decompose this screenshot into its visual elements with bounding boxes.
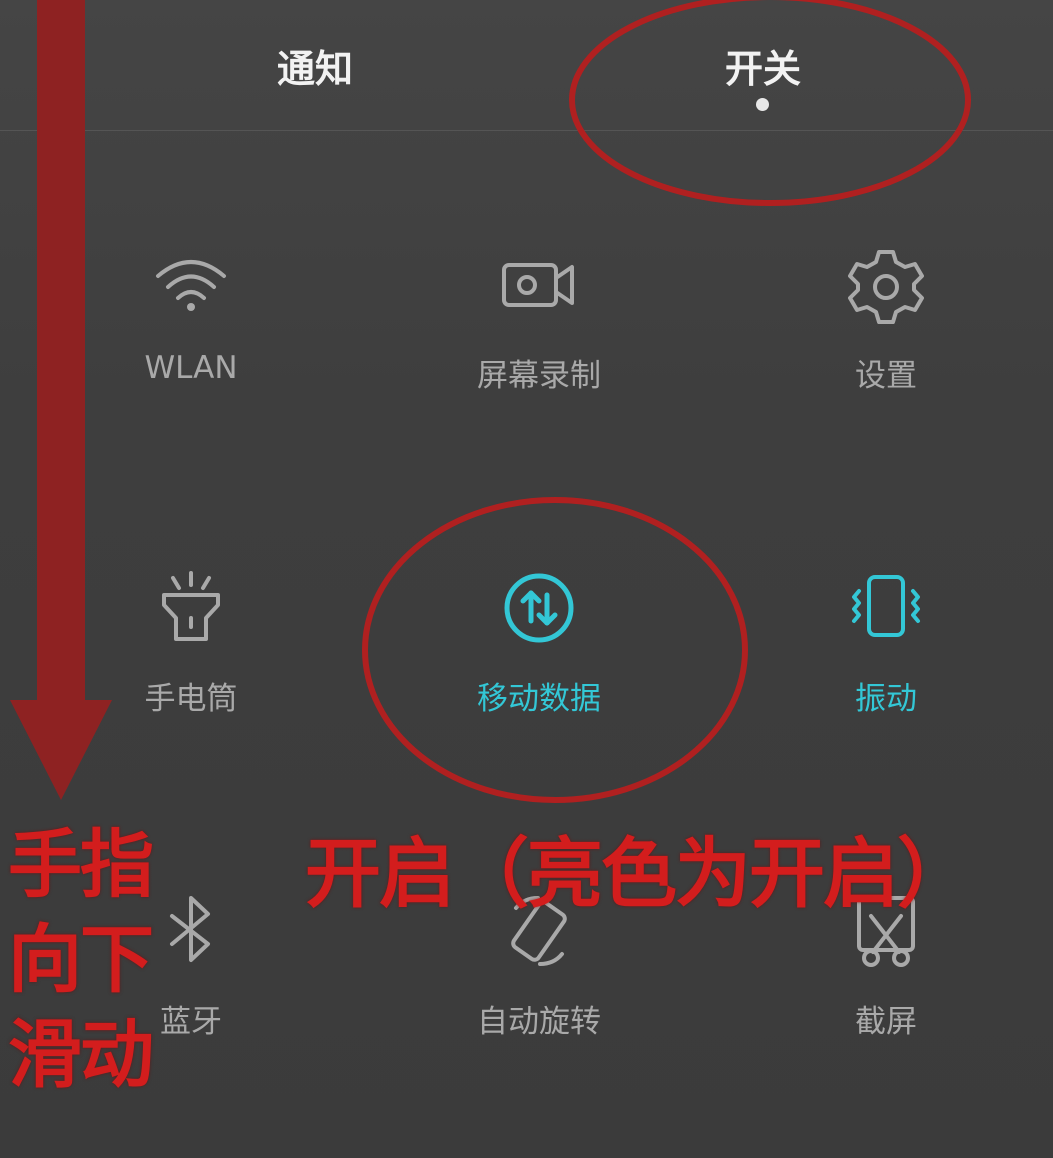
gear-icon xyxy=(841,240,931,330)
tile-label: 截屏 xyxy=(855,1004,917,1040)
active-tab-indicator xyxy=(756,98,769,111)
tile-mobile-data[interactable]: 移动数据 xyxy=(429,563,649,753)
tile-label: 移动数据 xyxy=(477,681,601,717)
annotation-line: 向下 xyxy=(8,917,154,1003)
quick-settings-panel: 通知 开关 WLAN 屏幕录制 设置 手电筒 移动数据 振动 蓝牙 自动旋转 截… xyxy=(0,0,1053,1158)
annotation-line: 滑动 xyxy=(8,1012,154,1098)
annotation-enabled-note: 开启（亮色为开启） xyxy=(305,829,973,918)
tile-settings[interactable]: 设置 xyxy=(776,240,996,430)
tab-notifications[interactable]: 通知 xyxy=(277,38,353,93)
swipe-arrow-shaft xyxy=(37,0,85,700)
tile-label: 手电筒 xyxy=(144,681,238,717)
tile-screen-record[interactable]: 屏幕录制 xyxy=(429,240,649,430)
wifi-icon xyxy=(146,240,236,330)
vibrate-icon xyxy=(841,563,931,653)
tile-label: 自动旋转 xyxy=(477,1004,601,1040)
annotation-line: 手指 xyxy=(8,822,154,908)
tile-label: 设置 xyxy=(855,358,917,394)
tile-flashlight[interactable]: 手电筒 xyxy=(81,563,301,753)
tile-label: 屏幕录制 xyxy=(477,358,601,394)
tab-switches[interactable]: 开关 xyxy=(725,38,801,93)
tile-label: 振动 xyxy=(855,681,917,717)
flashlight-icon xyxy=(146,563,236,653)
screen-record-icon xyxy=(494,240,584,330)
tab-bar: 通知 开关 xyxy=(0,0,1053,131)
mobile-data-icon xyxy=(494,563,584,653)
tile-label: WLAN xyxy=(144,350,238,386)
tile-vibrate[interactable]: 振动 xyxy=(776,563,996,753)
tile-wlan[interactable]: WLAN xyxy=(81,240,301,430)
annotation-swipe-down: 手指 向下 滑动 xyxy=(8,818,178,1103)
